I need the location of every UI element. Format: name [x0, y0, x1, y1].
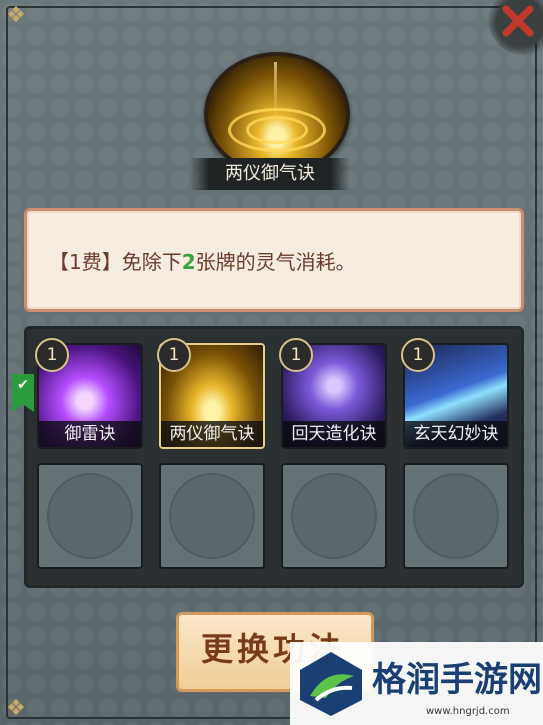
card-cost-badge: 1 [157, 338, 191, 372]
skill-panel: ❖ ❖ 两仪御气诀 【1费】免除下2张牌的灵气消耗。 御雷诀 两仪御气诀 回天造… [0, 0, 543, 725]
card-name: 两仪御气诀 [161, 421, 263, 447]
description-highlight: 2 [181, 250, 196, 274]
card-cost-badge: 1 [279, 338, 313, 372]
corner-ornament-icon: ❖ [6, 696, 26, 721]
empty-card-slot[interactable] [281, 463, 387, 569]
watermark-text: 格润手游网 [372, 660, 542, 700]
description-box: 【1费】免除下2张牌的灵气消耗。 [24, 208, 524, 312]
skill-description: 【1费】免除下2张牌的灵气消耗。 [49, 246, 356, 275]
watermark-logo-icon [300, 652, 362, 716]
corner-ornament-icon: ❖ [6, 3, 26, 28]
card-name: 玄天幻妙诀 [405, 421, 507, 447]
slot-circle [47, 473, 133, 559]
empty-card-slot[interactable] [403, 463, 509, 569]
slot-circle [291, 473, 377, 559]
card-cost-badge: 1 [35, 338, 69, 372]
skill-name: 两仪御气诀 [190, 158, 350, 190]
description-suffix: 张牌的灵气消耗。 [195, 250, 356, 274]
description-prefix: 【1费】免除下 [49, 250, 182, 274]
skill-icon-ring [246, 116, 308, 144]
card-cost-badge: 1 [401, 338, 435, 372]
slot-circle [413, 473, 499, 559]
watermark-url: www.hngrjd.com [426, 706, 510, 717]
empty-card-slot[interactable] [37, 463, 143, 569]
card-name: 回天造化诀 [283, 421, 385, 447]
card-name: 御雷诀 [39, 421, 141, 447]
watermark: 格润手游网 www.hngrjd.com [290, 642, 543, 725]
close-x-icon [502, 5, 534, 37]
empty-card-slot[interactable] [159, 463, 265, 569]
slot-circle [169, 473, 255, 559]
